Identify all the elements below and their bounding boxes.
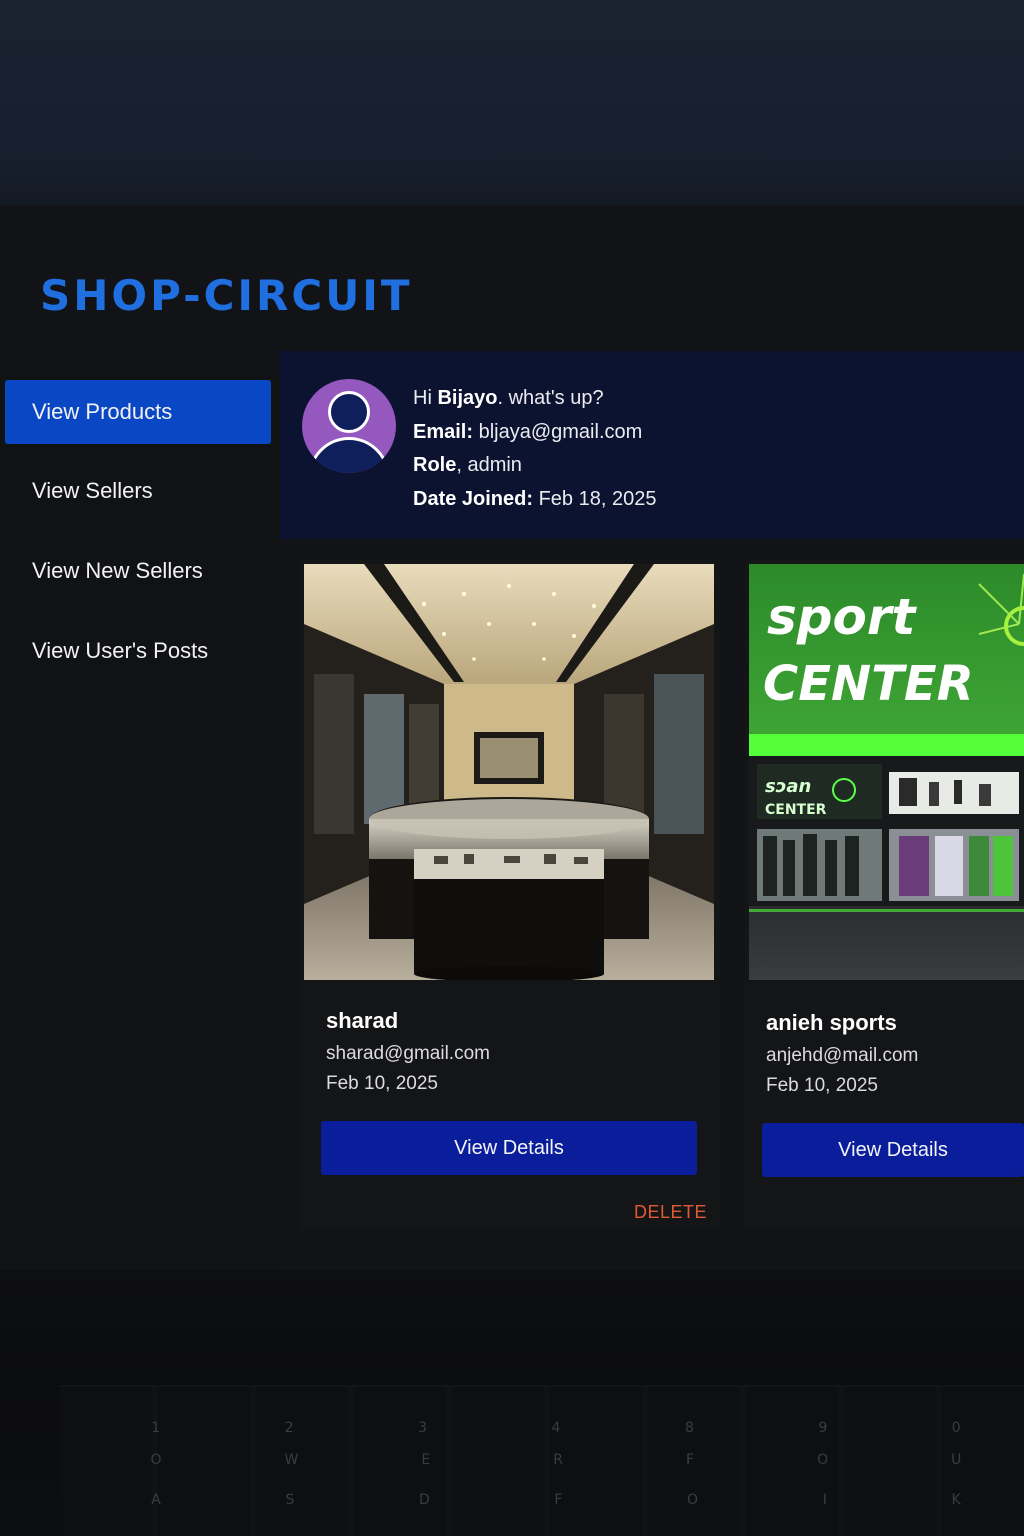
- sidebar-item-view-user-posts[interactable]: View User's Posts: [5, 619, 271, 683]
- profile-panel: Hi Bijayo. what's up? Email: bljaya@gmai…: [280, 351, 1024, 539]
- sign-headline-center: CENTER: [763, 656, 974, 712]
- delete-button[interactable]: DELETE: [634, 1202, 707, 1223]
- seller-email: sharad@gmail.com: [326, 1043, 490, 1064]
- sidebar-item-view-products[interactable]: View Products: [5, 380, 271, 444]
- profile-role: Role, admin: [413, 454, 522, 476]
- seller-email: anjehd@mail.com: [766, 1045, 919, 1066]
- profile-date-joined: Date Joined: Feb 18, 2025: [413, 488, 657, 510]
- profile-name: Bijayo: [437, 387, 498, 409]
- keyboard-row-home: AS DF OI K: [151, 1492, 963, 1508]
- laptop-keyboard-area: 12 34 89 0 OW ER FO U AS DF OI K: [0, 1270, 1024, 1536]
- view-details-button[interactable]: View Details: [321, 1121, 697, 1175]
- sign-headline-sport: sport: [767, 588, 918, 646]
- seller-name: anieh sports: [766, 1010, 897, 1035]
- monitor-bezel-top: [0, 0, 1024, 205]
- store-sign-center: CENTER: [765, 802, 827, 818]
- sidebar: View Products View Sellers View New Sell…: [0, 375, 278, 1270]
- profile-greeting: Hi Bijayo. what's up?: [413, 387, 604, 409]
- seller-image-jewelry-store[interactable]: [304, 564, 714, 980]
- profile-email: Email: bljaya@gmail.com: [413, 421, 643, 443]
- store-sign-text: sɔan: [765, 776, 811, 797]
- seller-date: Feb 10, 2025: [326, 1073, 438, 1094]
- sidebar-item-view-sellers[interactable]: View Sellers: [5, 459, 271, 523]
- keyboard-row-letters: OW ER FO U: [150, 1452, 964, 1468]
- seller-card: sport CENTER sɔan CENTER anieh sports an…: [745, 560, 1024, 1230]
- seller-image-sport-center[interactable]: sport CENTER sɔan CENTER: [749, 564, 1024, 980]
- brand-logo[interactable]: SHOP-CIRCUIT: [40, 271, 413, 320]
- user-avatar-icon[interactable]: [302, 379, 396, 473]
- view-details-button[interactable]: View Details: [762, 1123, 1024, 1177]
- keyboard-row-numbers: 12 34 89 0: [151, 1420, 963, 1436]
- sidebar-item-view-new-sellers[interactable]: View New Sellers: [5, 539, 271, 603]
- app-screen: SHOP-CIRCUIT View Products View Sellers …: [0, 205, 1024, 1270]
- seller-name: sharad: [326, 1008, 399, 1033]
- seller-date: Feb 10, 2025: [766, 1075, 878, 1096]
- seller-card: sharad sharad@gmail.com Feb 10, 2025 Vie…: [300, 560, 720, 1230]
